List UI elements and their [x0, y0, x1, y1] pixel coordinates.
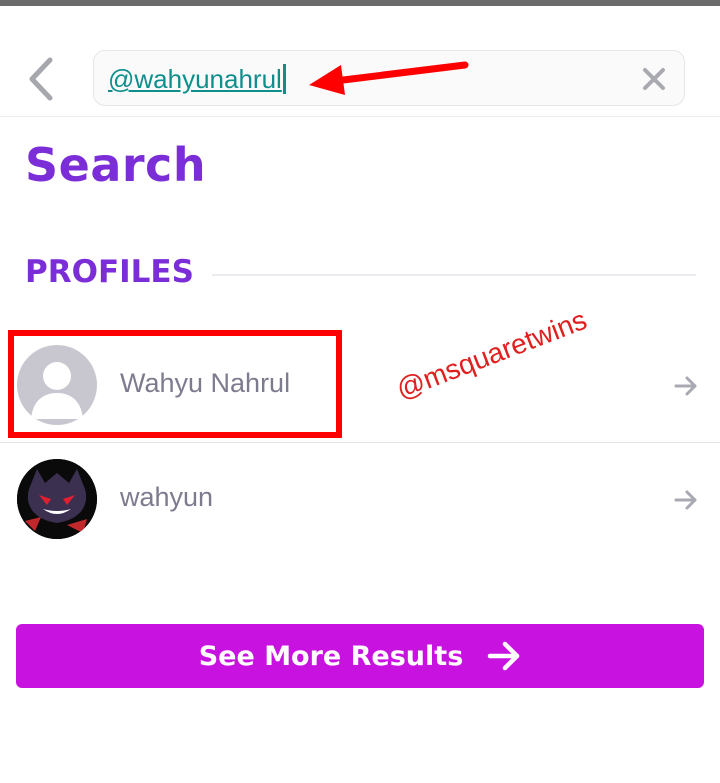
search-query[interactable]: @wahyunahrul — [108, 63, 286, 95]
back-button[interactable] — [22, 56, 62, 102]
row-divider — [0, 442, 720, 443]
profile-name: wahyun — [120, 482, 214, 512]
arrow-right-icon — [674, 490, 697, 510]
see-more-results-button[interactable]: See More Results — [16, 624, 704, 688]
annotation-arrow — [309, 61, 469, 95]
section-divider — [212, 274, 696, 276]
header-divider — [0, 116, 720, 117]
text-caret — [282, 64, 286, 94]
arrow-right-icon — [488, 641, 520, 671]
clear-search-button[interactable] — [640, 65, 668, 93]
status-bar — [0, 0, 720, 6]
arrow-right-icon — [674, 376, 697, 396]
see-more-results-label: See More Results — [198, 640, 464, 672]
profile-row[interactable]: wahyun — [0, 446, 720, 554]
annotation-highlight-box — [8, 330, 342, 438]
profiles-section-label: PROFILES — [25, 254, 194, 290]
character-avatar — [17, 459, 97, 539]
page-title: Search — [25, 138, 207, 192]
chevron-left-icon — [29, 57, 53, 101]
close-icon — [643, 68, 665, 90]
